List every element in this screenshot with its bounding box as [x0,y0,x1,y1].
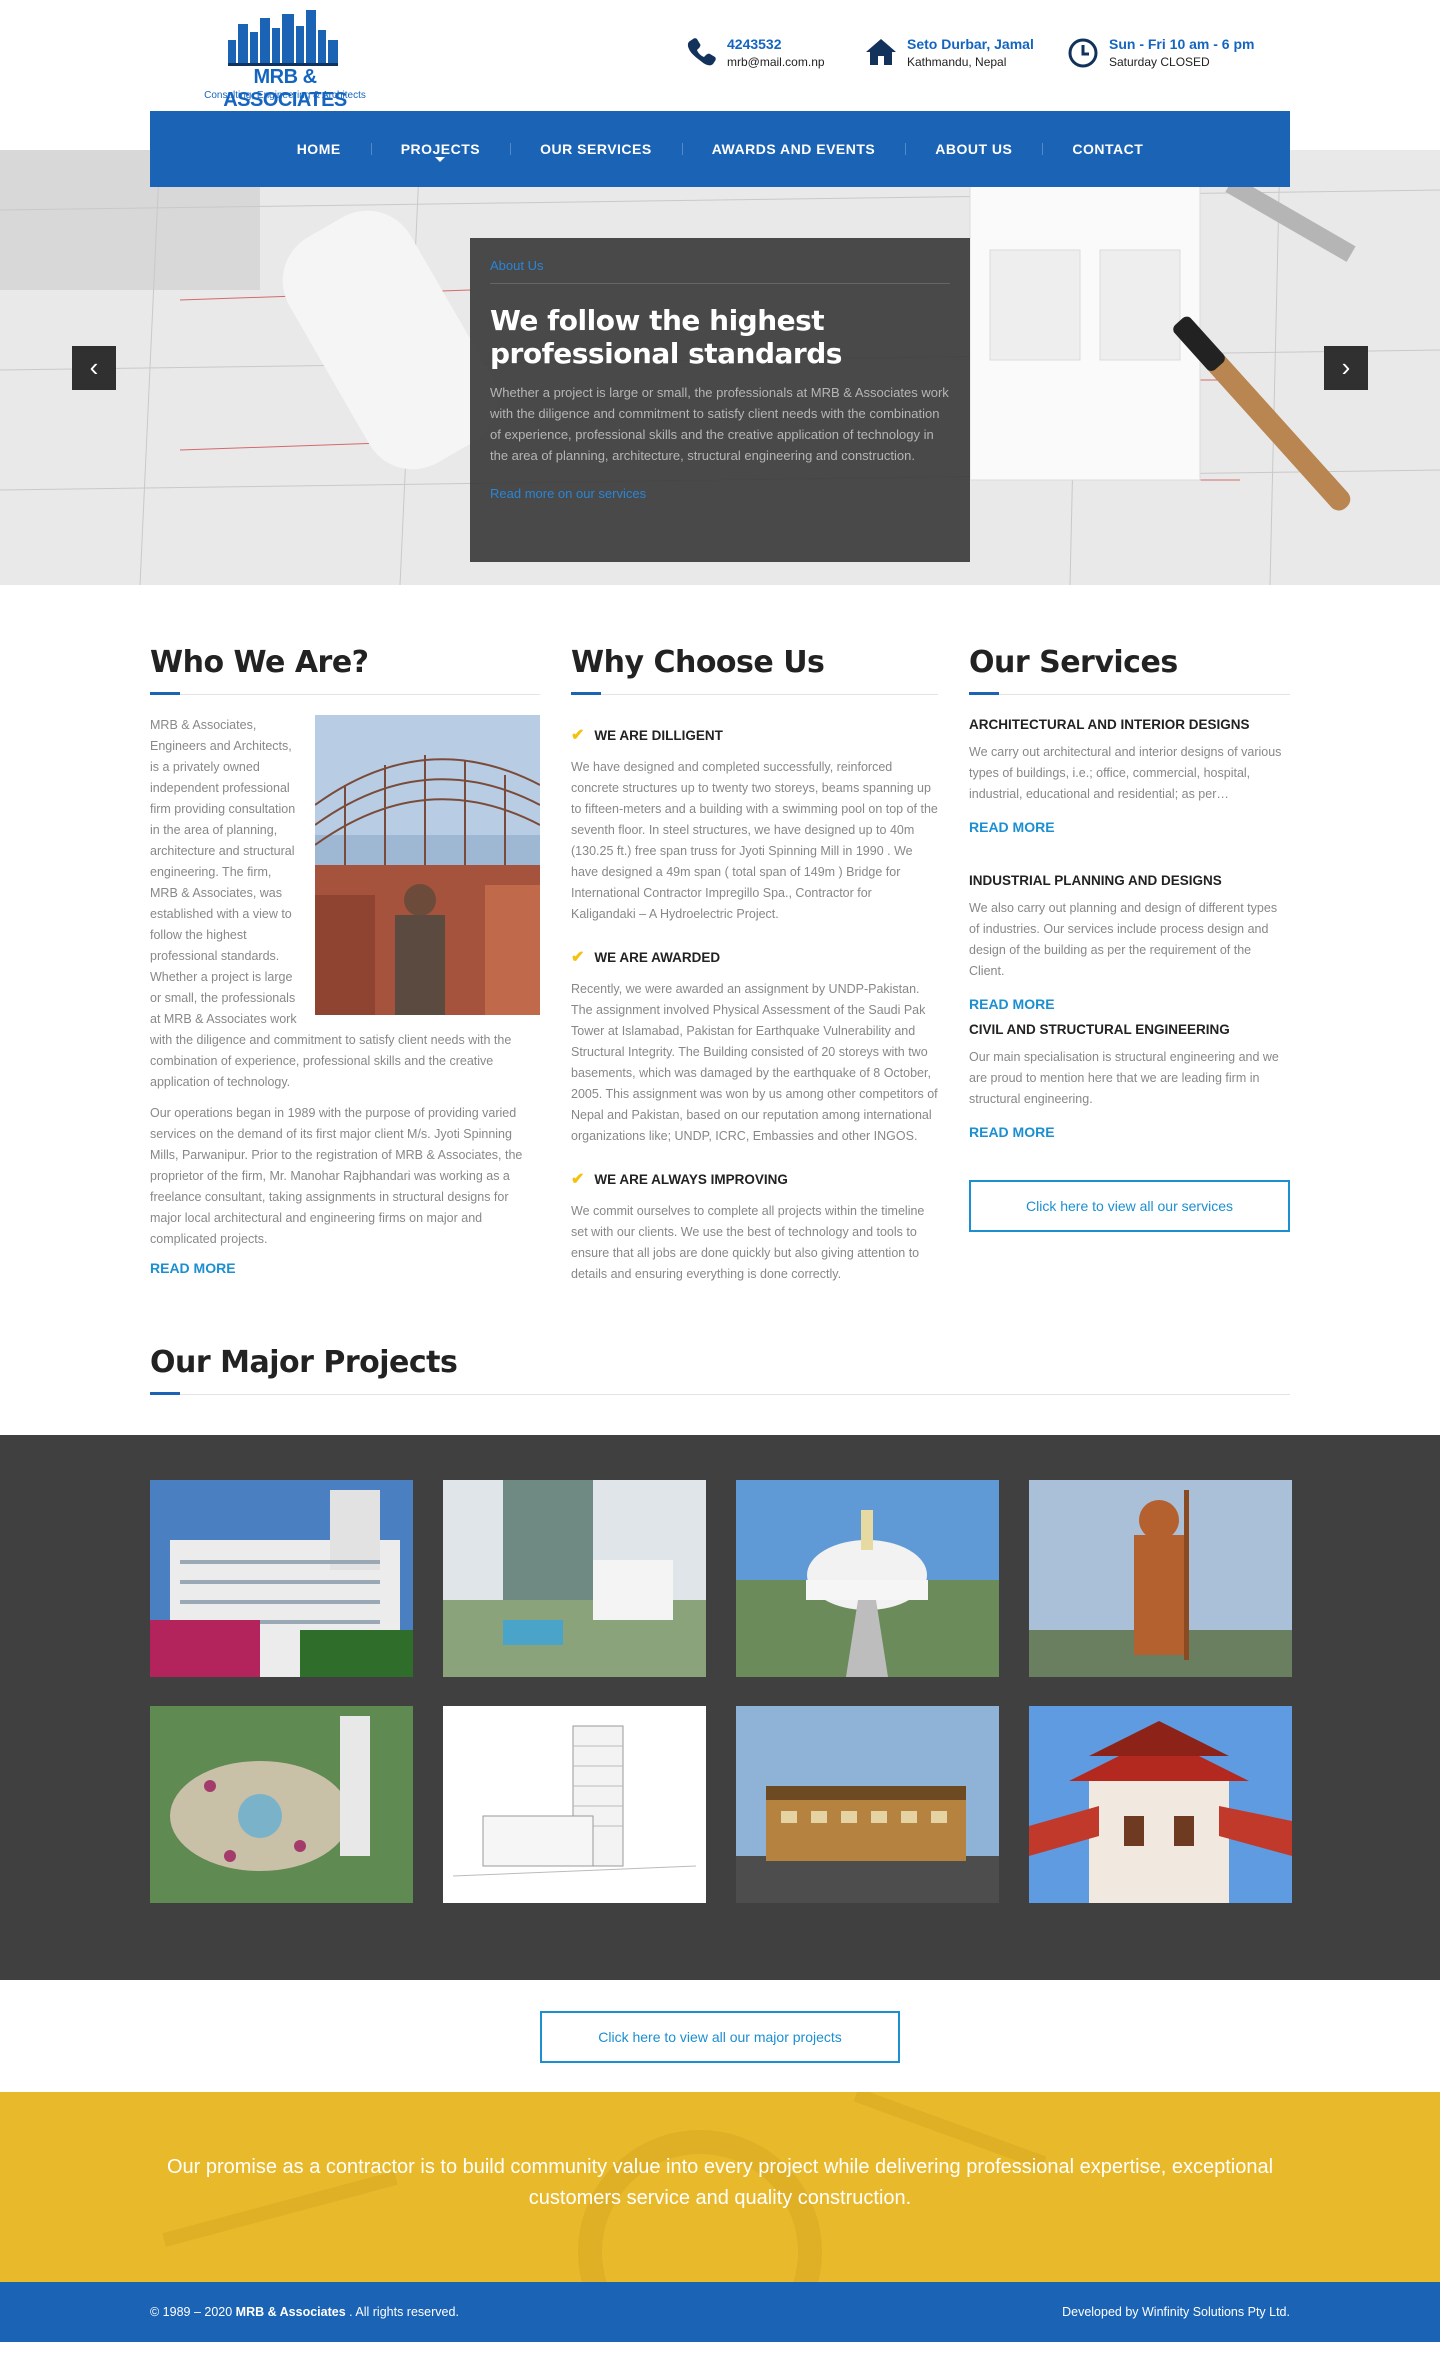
slider-prev-button[interactable]: ‹ [72,346,116,390]
project-thumbnail[interactable] [150,1480,413,1677]
project-image [1029,1706,1292,1903]
hero-body: Whether a project is large or small, the… [490,385,949,463]
checkmark-icon: ✔ [571,949,585,966]
checkmark-icon: ✔ [571,1171,585,1188]
who-we-are-section: Who We Are? MRB & Associates, Engineers … [150,645,540,1276]
copyright-text: © 1989 – 2020 MRB & Associates . All rig… [150,2305,459,2319]
reason-item: ✔ WE ARE DILLIGENT We have designed and c… [571,725,938,925]
projects-gallery [0,1435,1440,1980]
address-line2: Kathmandu, Nepal [907,55,1007,69]
nav-home[interactable]: HOME [267,111,371,187]
service-text: We also carry out planning and design of… [969,901,1278,978]
site-logo[interactable]: MRB & ASSOCIATES Consulting, Engineering… [190,10,380,111]
slider-next-button[interactable]: › [1324,346,1368,390]
hero-caption-box: About Us We follow the highest professio… [470,238,970,562]
projects-cta-area: Click here to view all our major project… [0,1980,1440,2092]
hero-title: We follow the highest professional stand… [490,304,842,370]
hours-line1: Sun - Fri 10 am - 6 pm [1109,36,1255,52]
home-icon [866,39,896,65]
project-image [150,1706,413,1903]
who-we-are-paragraph-2: Our operations began in 1989 with the pu… [150,1106,523,1246]
project-image [736,1706,999,1903]
project-thumbnail[interactable] [1029,1480,1292,1677]
why-choose-us-section: Why Choose Us ✔ WE ARE DILLIGENT We have … [571,645,938,1285]
service-read-more[interactable]: READ MORE [969,996,1290,1012]
hero-kicker: About Us [490,258,950,284]
logo-name: MRB & ASSOCIATES [223,66,347,111]
logo-tagline: Consulting, Engineering & Architects [204,90,366,101]
our-services-title: Our Services [969,645,1290,695]
founder-photo [315,715,540,1015]
why-choose-us-title: Why Choose Us [571,645,938,695]
nav-contact[interactable]: CONTACT [1042,111,1173,187]
copyright-prefix: © 1989 – 2020 [150,2305,236,2319]
reason-text: We have designed and completed successfu… [571,760,938,921]
address-line1: Seto Durbar, Jamal [907,36,1034,52]
phone-number[interactable]: 4243532 [727,36,825,52]
project-thumbnail[interactable] [150,1706,413,1903]
copyright-suffix: . All rights reserved. [345,2305,459,2319]
view-all-projects-button[interactable]: Click here to view all our major project… [540,2011,900,2063]
service-item: CIVIL AND STRUCTURAL ENGINEERING Our mai… [969,1022,1290,1140]
checkmark-icon: ✔ [571,727,585,744]
project-image [443,1706,706,1903]
who-we-are-title: Who We Are? [150,645,540,695]
reason-heading: WE ARE AWARDED [594,949,721,965]
service-heading: CIVIL AND STRUCTURAL ENGINEERING [969,1022,1230,1037]
site-header: MRB & ASSOCIATES Consulting, Engineering… [0,0,1440,187]
main-nav: HOME PROJECTS OUR SERVICES AWARDS AND EV… [150,111,1290,187]
project-thumbnail[interactable] [1029,1706,1292,1903]
hero-read-more-link[interactable]: Read more on our services [490,486,950,501]
view-all-services-button[interactable]: Click here to view all our services [969,1180,1290,1232]
developer-credit[interactable]: Developed by Winfinity Solutions Pty Ltd… [1062,2305,1290,2319]
nav-about-us[interactable]: ABOUT US [905,111,1042,187]
project-image [443,1480,706,1677]
reason-heading: WE ARE ALWAYS IMPROVING [594,1171,788,1187]
hero-slider: ‹ › About Us We follow the highest profe… [0,150,1440,585]
phone-contact: 4243532 mrb@mail.com.np [685,36,825,69]
project-thumbnail[interactable] [443,1480,706,1677]
reason-item: ✔ WE ARE ALWAYS IMPROVING We commit ourse… [571,1169,938,1285]
hours-contact: Sun - Fri 10 am - 6 pm Saturday CLOSED [1067,36,1254,69]
projects-title: Our Major Projects [150,1345,1290,1395]
service-heading: INDUSTRIAL PLANNING AND DESIGNS [969,873,1222,888]
project-thumbnail[interactable] [736,1480,999,1677]
service-item: INDUSTRIAL PLANNING AND DESIGNS We also … [969,873,1290,1012]
nav-projects[interactable]: PROJECTS [370,111,510,187]
site-footer: © 1989 – 2020 MRB & Associates . All rig… [0,2282,1440,2342]
intro-columns: Who We Are? MRB & Associates, Engineers … [150,585,1290,1345]
projects-heading: Our Major Projects [150,1345,1290,1435]
reason-heading: WE ARE DILLIGENT [594,727,723,743]
skyline-logo-icon [228,10,338,66]
project-thumbnail[interactable] [736,1706,999,1903]
reason-text: Recently, we were awarded an assignment … [571,982,938,1143]
our-services-section: Our Services ARCHITECTURAL AND INTERIOR … [969,645,1290,1232]
project-thumbnail[interactable] [443,1706,706,1903]
project-image [150,1480,413,1677]
service-text: Our main specialisation is structural en… [969,1050,1279,1106]
copyright-brand[interactable]: MRB & Associates [236,2305,346,2319]
phone-icon [687,38,716,66]
reason-item: ✔ WE ARE AWARDED Recently, we were awarde… [571,947,938,1147]
nav-our-services[interactable]: OUR SERVICES [510,111,682,187]
hours-line2: Saturday CLOSED [1109,55,1210,69]
reason-text: We commit ourselves to complete all proj… [571,1204,925,1281]
service-heading: ARCHITECTURAL AND INTERIOR DESIGNS [969,717,1250,732]
caret-down-icon [435,157,446,162]
email-address[interactable]: mrb@mail.com.np [727,55,825,69]
promise-banner: Our promise as a contractor is to build … [0,2092,1440,2282]
nav-projects-label: PROJECTS [400,141,481,157]
address-contact: Seto Durbar, Jamal Kathmandu, Nepal [865,36,1034,69]
clock-icon [1068,38,1098,68]
service-item: ARCHITECTURAL AND INTERIOR DESIGNS We ca… [969,717,1290,835]
promise-text: Our promise as a contractor is to build … [166,2156,1274,2209]
who-we-are-read-more[interactable]: READ MORE [150,1260,540,1276]
project-image [736,1480,999,1677]
service-read-more[interactable]: READ MORE [969,819,1290,835]
service-text: We carry out architectural and interior … [969,745,1282,801]
project-image [1029,1480,1292,1677]
nav-awards-and-events[interactable]: AWARDS AND EVENTS [681,111,906,187]
service-read-more[interactable]: READ MORE [969,1124,1290,1140]
